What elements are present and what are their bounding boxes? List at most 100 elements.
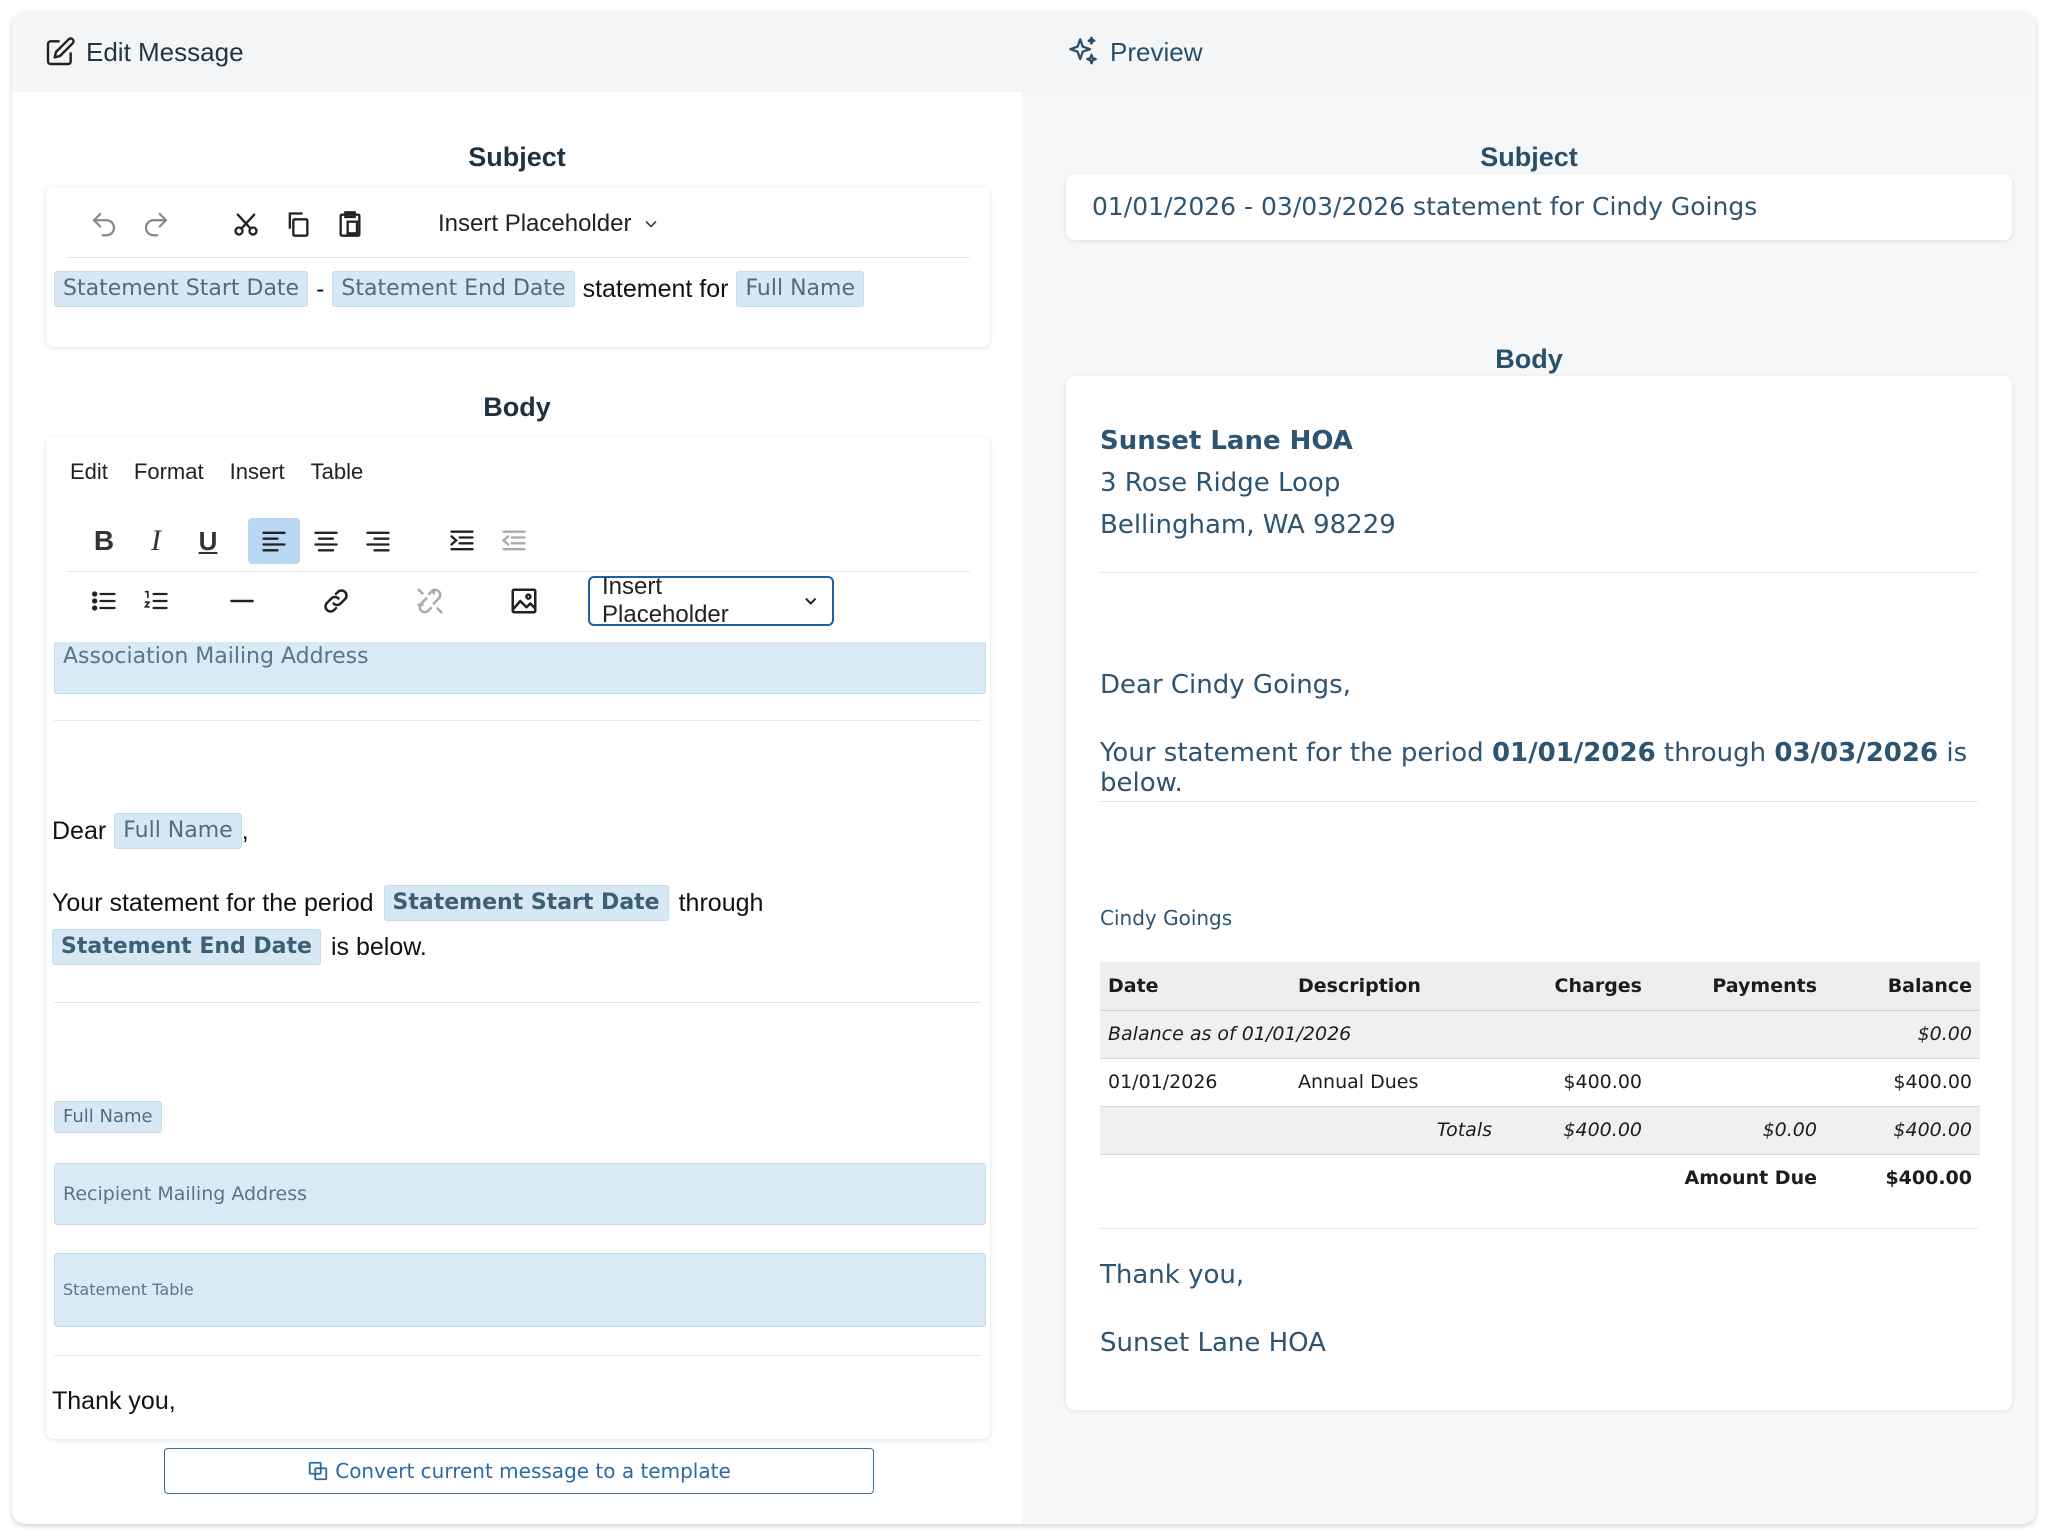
horizontal-rule-button[interactable] — [216, 578, 268, 624]
placeholder-chip[interactable]: Full Name — [736, 271, 865, 307]
undo-button[interactable] — [78, 201, 130, 247]
header-payments: Payments — [1650, 962, 1825, 1011]
subject-content[interactable]: Statement Start Date - Statement End Dat… — [54, 271, 865, 307]
body-insert-placeholder-dropdown[interactable]: Insert Placeholder — [588, 573, 834, 628]
paste-button[interactable] — [324, 201, 376, 247]
placeholder-chip[interactable]: Statement End Date — [52, 929, 321, 965]
totals-payments: $0.00 — [1650, 1106, 1825, 1155]
placeholder-chip[interactable]: Full Name — [54, 1101, 162, 1133]
menu-insert[interactable]: Insert — [230, 459, 285, 485]
italic-button[interactable]: I — [130, 518, 182, 564]
preview-period-prefix: Your statement for the period — [1100, 738, 1484, 768]
association-address-block[interactable]: Association Mailing Address — [54, 642, 986, 694]
subject-insert-placeholder-dropdown[interactable]: Insert Placeholder — [426, 201, 673, 247]
placeholder-chip[interactable]: Statement Start Date — [383, 885, 669, 921]
body-divider — [54, 720, 982, 721]
convert-to-template-button[interactable]: Convert current message to a template — [164, 1448, 874, 1494]
redo-button[interactable] — [130, 201, 182, 247]
sparkle-icon — [1069, 36, 1097, 65]
redo-icon — [144, 212, 168, 237]
subject-text: statement for — [582, 274, 729, 303]
copy-icon — [288, 212, 309, 237]
preview-period-through: through — [1663, 738, 1767, 768]
align-left-icon — [262, 531, 286, 552]
subject-editor[interactable]: Insert Placeholder Statement Start Date … — [46, 187, 990, 347]
recipient-address-block[interactable]: Recipient Mailing Address — [54, 1163, 986, 1225]
balance-forward-value: $0.00 — [1825, 1010, 1980, 1059]
body-divider — [54, 1355, 982, 1356]
align-right-button[interactable] — [352, 518, 404, 564]
menu-edit[interactable]: Edit — [70, 459, 108, 485]
message-editor-window: Edit Message Subject Insert Placeholder … — [12, 12, 2036, 1524]
image-icon — [511, 588, 537, 614]
body-menubar: Edit Format Insert Table — [70, 459, 363, 485]
row-charges: $400.00 — [1500, 1058, 1650, 1107]
outdent-button[interactable] — [488, 518, 540, 564]
numbered-list-button[interactable] — [130, 578, 182, 624]
body-insert-placeholder-label: Insert Placeholder — [602, 573, 729, 628]
placeholder-chip[interactable]: Statement Start Date — [54, 271, 309, 307]
placeholder-chip[interactable]: Statement End Date — [332, 271, 575, 307]
scissors-icon — [234, 213, 258, 236]
indent-button[interactable] — [436, 518, 488, 564]
chevron-down-icon — [645, 220, 658, 228]
bold-button[interactable]: B — [78, 518, 130, 564]
body-editor[interactable]: Edit Format Insert Table B I U Insert Pl… — [46, 437, 990, 1439]
row-payments — [1650, 1058, 1825, 1107]
body-label: Body — [483, 392, 551, 422]
bold-icon: B — [93, 525, 115, 556]
row-description: Annual Dues — [1290, 1058, 1500, 1107]
preview-subject-label: Subject — [1480, 142, 1578, 172]
bullet-list-button[interactable] — [78, 578, 130, 624]
align-center-button[interactable] — [300, 518, 352, 564]
header-date: Date — [1100, 962, 1290, 1011]
preview-body-label: Body — [1495, 344, 1563, 374]
preview-recipient-name: Cindy Goings — [1100, 906, 1233, 930]
recipient-name-line[interactable]: Full Name — [54, 1101, 162, 1133]
subject-insert-placeholder-label: Insert Placeholder — [438, 210, 632, 237]
chevron-down-icon — [804, 597, 816, 605]
preview-signature: Sunset Lane HOA — [1100, 1328, 1326, 1358]
period-line-1[interactable]: Your statement for the period Statement … — [52, 885, 763, 921]
bullet-list-icon — [91, 591, 116, 611]
menu-format[interactable]: Format — [134, 459, 204, 485]
image-button[interactable] — [498, 578, 550, 624]
preview-divider — [1100, 1228, 1978, 1229]
row-balance: $400.00 — [1825, 1058, 1980, 1107]
edit-panel: Edit Message Subject Insert Placeholder … — [12, 12, 1022, 1524]
format-toolbar: B I U — [78, 518, 990, 564]
preview-divider — [1100, 572, 1978, 573]
italic-icon: I — [151, 524, 161, 557]
unlink-button[interactable] — [404, 578, 456, 624]
copy-button[interactable] — [272, 201, 324, 247]
cut-button[interactable] — [220, 201, 272, 247]
align-left-button[interactable] — [248, 518, 300, 564]
statement-header-row: Date Description Charges Payments Balanc… — [1100, 962, 1980, 1011]
period-is-below: is below. — [330, 932, 427, 961]
underline-button[interactable]: U — [182, 518, 234, 564]
header-description: Description — [1290, 962, 1500, 1011]
row-date: 01/01/2026 — [1100, 1058, 1290, 1107]
preview-association-street: 3 Rose Ridge Loop — [1100, 468, 1341, 498]
menu-table[interactable]: Table — [311, 459, 364, 485]
undo-icon — [92, 212, 116, 237]
preview-subject-value: 01/01/2026 - 03/03/2026 statement for Ci… — [1092, 192, 1758, 221]
greeting-text: Dear — [52, 816, 107, 845]
greeting-comma: , — [241, 816, 249, 845]
placeholder-chip[interactable]: Full Name — [114, 813, 242, 849]
statement-table-block[interactable]: Statement Table — [54, 1253, 986, 1327]
period-line-2[interactable]: Statement End Date is below. — [52, 929, 427, 965]
statement-table: Date Description Charges Payments Balanc… — [1100, 962, 1980, 1202]
subject-text: - — [316, 274, 325, 303]
underline-icon: U — [198, 525, 218, 556]
outdent-icon — [501, 530, 526, 551]
preview-subject-box: 01/01/2026 - 03/03/2026 statement for Ci… — [1066, 174, 2012, 240]
totals-label: Totals — [1290, 1106, 1500, 1155]
totals-charges: $400.00 — [1500, 1106, 1650, 1155]
totals-balance: $400.00 — [1825, 1106, 1980, 1155]
preview-closing: Thank you, — [1100, 1260, 1245, 1290]
period-text: Your statement for the period — [52, 888, 374, 917]
link-button[interactable] — [310, 578, 362, 624]
greeting-line[interactable]: Dear Full Name, — [52, 813, 249, 849]
align-center-icon — [314, 531, 338, 552]
